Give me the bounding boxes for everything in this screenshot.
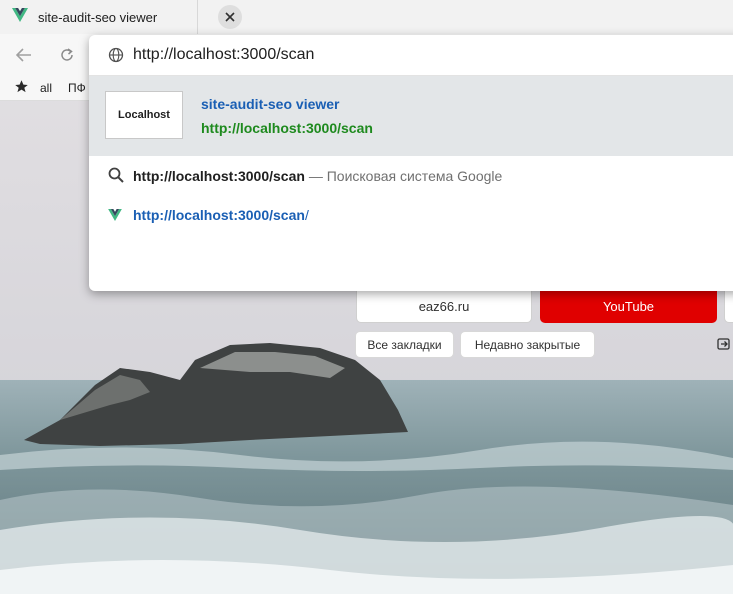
link-trailing: /: [304, 207, 309, 223]
suggestion-site[interactable]: Localhost site-audit-seo viewer http://l…: [89, 76, 733, 156]
close-icon[interactable]: [218, 5, 242, 29]
all-bookmarks-button[interactable]: Все закладки: [356, 332, 453, 357]
browser-tab[interactable]: site-audit-seo viewer: [0, 0, 198, 34]
back-icon[interactable]: [15, 46, 33, 64]
reload-icon[interactable]: [58, 46, 76, 64]
search-query: http://localhost:3000/scan: [133, 168, 305, 184]
address-input[interactable]: http://localhost:3000/scan: [133, 46, 314, 64]
star-icon[interactable]: [14, 79, 29, 99]
tile-partial[interactable]: [724, 290, 733, 323]
tab-strip: site-audit-seo viewer: [0, 0, 733, 34]
vue-logo-icon: [108, 208, 122, 226]
globe-icon: [108, 47, 124, 68]
import-icon[interactable]: [717, 335, 733, 353]
vue-logo-icon: [12, 7, 28, 27]
tile-eaz66[interactable]: eaz66.ru: [356, 290, 532, 323]
bookmark-all[interactable]: all: [40, 81, 52, 95]
suggestion-link[interactable]: http://localhost:3000/scan/: [89, 197, 733, 233]
tab-title: site-audit-seo viewer: [38, 9, 158, 25]
link-url: http://localhost:3000/scan: [133, 207, 305, 223]
site-logo: Localhost: [105, 91, 183, 139]
omnibox-dropdown: http://localhost:3000/scan Localhost sit…: [89, 35, 733, 291]
link-suggestion-url: http://localhost:3000/scan/: [133, 207, 309, 223]
bookmark-pf[interactable]: ПФ: [68, 81, 86, 95]
recently-closed-button[interactable]: Недавно закрытые: [461, 332, 594, 357]
search-engine-label: — Поисковая система Google: [304, 168, 503, 184]
suggestion-title: site-audit-seo viewer: [201, 96, 340, 112]
address-bar[interactable]: http://localhost:3000/scan: [89, 35, 733, 76]
tile-youtube[interactable]: YouTube: [540, 290, 717, 323]
search-icon: [108, 167, 124, 188]
search-suggestion-text: http://localhost:3000/scan — Поисковая с…: [133, 168, 502, 184]
suggestion-search[interactable]: http://localhost:3000/scan — Поисковая с…: [89, 157, 733, 195]
suggestion-url: http://localhost:3000/scan: [201, 120, 373, 136]
